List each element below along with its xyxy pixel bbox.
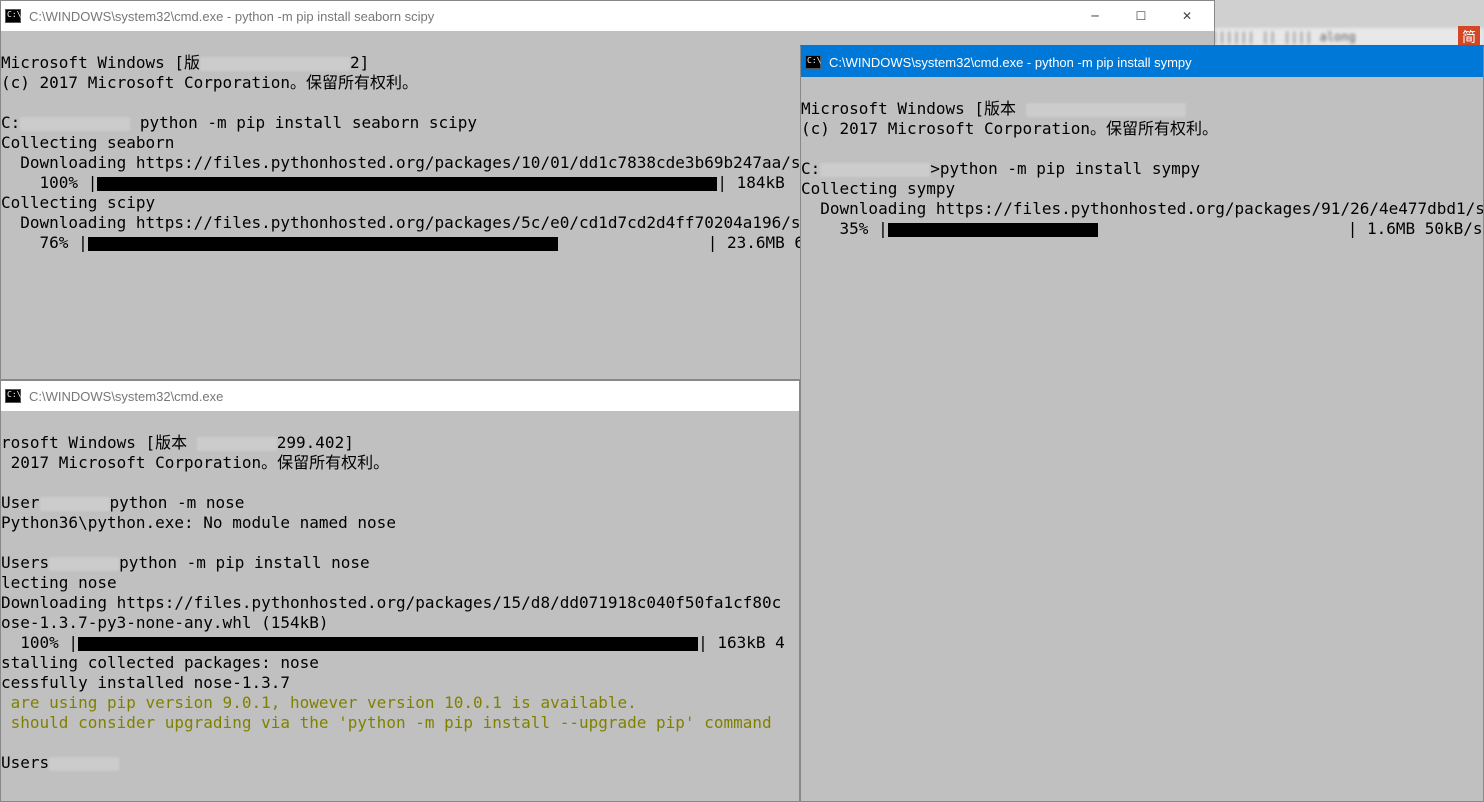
progress-bar-partial (88, 237, 558, 251)
console-line: C: (801, 159, 820, 178)
progress-track (88, 234, 708, 254)
minimize-button[interactable]: ─ (1072, 1, 1118, 31)
download-rate: | 184kB (717, 173, 784, 192)
progress-track (888, 220, 1348, 240)
console-line: 2] (350, 53, 369, 72)
console-line: Collecting scipy (1, 193, 155, 212)
redacted-text (820, 163, 930, 177)
window-title: C:\WINDOWS\system32\cmd.exe - python -m … (829, 55, 1479, 70)
console-line: (c) 2017 Microsoft Corporation。保留所有权利。 (801, 119, 1218, 138)
close-button[interactable]: ✕ (1164, 1, 1210, 31)
console-output: Microsoft Windows [版本 (c) 2017 Microsoft… (801, 77, 1483, 260)
console-line: Downloading https://files.pythonhosted.o… (801, 199, 1483, 218)
console-line: ose-1.3.7-py3-none-any.whl (154kB) (1, 613, 329, 632)
console-line: lecting nose (1, 573, 117, 592)
console-line: python -m pip install nose (119, 553, 369, 572)
window-title: C:\WINDOWS\system32\cmd.exe (29, 389, 795, 404)
progress-bar-full (97, 177, 717, 191)
cmd-icon (5, 9, 21, 23)
pip-warning: are using pip version 9.0.1, however ver… (1, 693, 637, 712)
console-line: python -m nose (110, 493, 245, 512)
window-controls: ─ ☐ ✕ (1072, 1, 1210, 31)
console-line: 299.402] (277, 433, 354, 452)
console-line: 2017 Microsoft Corporation。保留所有权利。 (1, 453, 389, 472)
console-line: rosoft Windows [版本 (1, 433, 197, 452)
console-line: Downloading https://files.pythonhosted.o… (1, 593, 781, 612)
cmd-window-sympy: C:\WINDOWS\system32\cmd.exe - python -m … (800, 45, 1484, 802)
download-progress: 100% | (1, 633, 78, 652)
cmd-window-nose: C:\WINDOWS\system32\cmd.exe rosoft Windo… (0, 380, 800, 802)
redacted-text (49, 757, 119, 771)
progress-bar-partial (888, 223, 1098, 237)
console-line: cessfully installed nose-1.3.7 (1, 673, 290, 692)
console-line: Collecting seaborn (1, 133, 174, 152)
pip-warning: should consider upgrading via the 'pytho… (1, 713, 772, 732)
console-line: python -m pip install seaborn scipy (130, 113, 477, 132)
redacted-text (20, 117, 130, 131)
download-rate: | 1.6MB 50kB/s e (1348, 219, 1483, 238)
download-rate: | 163kB 4 (698, 633, 785, 652)
console-line: Microsoft Windows [版 (1, 53, 200, 72)
progress-bar-full (78, 637, 698, 651)
maximize-button[interactable]: ☐ (1118, 1, 1164, 31)
titlebar[interactable]: C:\WINDOWS\system32\cmd.exe (1, 381, 799, 411)
redacted-text (200, 57, 350, 71)
redacted-text (197, 437, 277, 451)
window-title: C:\WINDOWS\system32\cmd.exe - python -m … (29, 9, 1072, 24)
console-line: >python -m pip install sympy (930, 159, 1200, 178)
console-line: (c) 2017 Microsoft Corporation。保留所有权利。 (1, 73, 418, 92)
background-taskbar: ||||||| || |||| along (1200, 28, 1484, 46)
download-progress: 100% | (1, 173, 97, 192)
console-line: Users (1, 753, 49, 772)
console-line: Python36\python.exe: No module named nos… (1, 513, 396, 532)
console-line: Collecting sympy (801, 179, 955, 198)
console-output: rosoft Windows [版本 299.402] 2017 Microso… (1, 411, 799, 793)
download-progress: 76% | (1, 233, 88, 252)
download-progress: 35% | (801, 219, 888, 238)
console-line: User (1, 493, 40, 512)
console-line: stalling collected packages: nose (1, 653, 319, 672)
titlebar[interactable]: C:\WINDOWS\system32\cmd.exe - python -m … (801, 47, 1483, 77)
redacted-text (40, 497, 110, 511)
redacted-text (1026, 103, 1186, 117)
cmd-icon (5, 389, 21, 403)
redacted-text (49, 557, 119, 571)
console-line: Microsoft Windows [版本 (801, 99, 1026, 118)
titlebar[interactable]: C:\WINDOWS\system32\cmd.exe - python -m … (1, 1, 1214, 31)
cmd-icon (805, 55, 821, 69)
console-line: Users (1, 553, 49, 572)
console-line: C: (1, 113, 20, 132)
